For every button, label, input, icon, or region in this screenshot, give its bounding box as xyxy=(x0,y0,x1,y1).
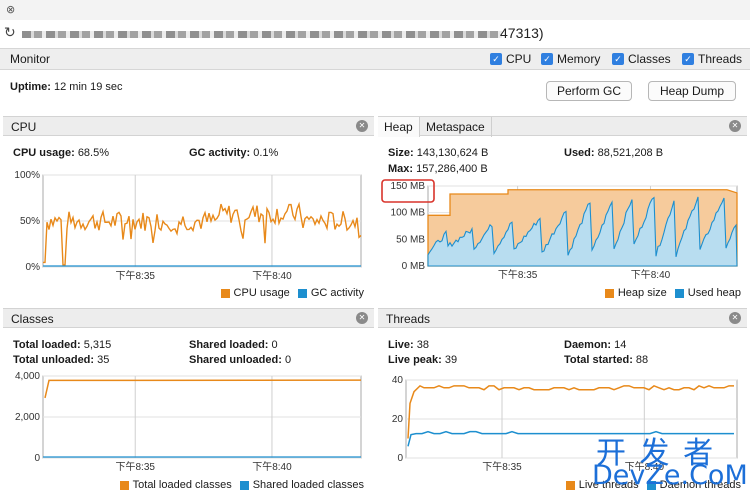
cpu-legend: CPU usage GC activity xyxy=(213,287,364,299)
uptime: Uptime: 12 min 19 sec xyxy=(10,81,123,93)
checkmark-icon: ✓ xyxy=(682,53,694,65)
x-tick-label: 下午8:35 xyxy=(115,460,155,473)
tab-heap[interactable]: Heap xyxy=(378,117,420,137)
checkmark-icon: ✓ xyxy=(490,53,502,65)
refresh-icon: ↻ xyxy=(4,24,16,40)
threads-panel-header: Threads ✕ xyxy=(378,308,747,328)
process-header: ↻ 47313) xyxy=(0,22,750,46)
checkbox-cpu[interactable]: ✓ CPU xyxy=(490,52,531,66)
redacted-process-name xyxy=(22,31,502,38)
legend-swatch-live-threads xyxy=(565,480,575,490)
y-tick-label: 0% xyxy=(26,262,41,273)
x-tick-label: 下午8:40 xyxy=(252,460,292,473)
window-titlebar: ⊗ xyxy=(0,0,750,20)
x-tick-label: 下午8:35 xyxy=(482,460,522,473)
heap-panel-header: Heap Metaspace ✕ xyxy=(378,116,747,137)
y-tick-label: 0 xyxy=(34,453,40,464)
tab-metaspace[interactable]: Metaspace xyxy=(420,117,492,137)
y-tick-label: 50% xyxy=(20,216,40,227)
live-peak-stat: Live peak: 39 xyxy=(388,354,458,366)
heap-max-stat: Max: 157,286,400 B xyxy=(388,163,488,175)
y-tick-label: 150 MB xyxy=(391,181,426,192)
classes-panel-header: Classes ✕ xyxy=(3,308,374,328)
perform-gc-button[interactable]: Perform GC xyxy=(546,81,632,101)
heap-size-stat: Size: 143,130,624 B xyxy=(388,147,489,159)
checkbox-threads[interactable]: ✓ Threads xyxy=(682,52,742,66)
classes-chart: 4,000 2,000 0 下午8:35 下午8:40 xyxy=(15,371,362,473)
x-tick-label: 下午8:35 xyxy=(115,269,155,282)
y-tick-label: 20 xyxy=(392,414,404,425)
watermark-en: DevZe.CoM xyxy=(592,460,748,491)
checkmark-icon: ✓ xyxy=(612,53,624,65)
classes-panel: Classes ✕ Total loaded: 5,315 Shared loa… xyxy=(3,308,374,497)
monitor-label: Monitor xyxy=(10,52,51,66)
legend-swatch-heap-size xyxy=(604,288,614,298)
y-tick-label: 2,000 xyxy=(15,412,40,423)
legend-swatch-shared-loaded xyxy=(239,480,249,490)
y-tick-label: 50 MB xyxy=(396,234,425,245)
y-tick-label: 100% xyxy=(14,170,40,181)
heap-dump-button[interactable]: Heap Dump xyxy=(648,81,736,101)
y-tick-label: 4,000 xyxy=(15,371,40,382)
panel-title: Classes xyxy=(11,312,54,326)
panel-title: CPU xyxy=(11,120,37,134)
panel-title: Threads xyxy=(386,312,431,326)
monitor-toolbar: Monitor ✓ CPU ✓ Memory ✓ Classes ✓ Threads xyxy=(0,48,750,70)
checkbox-classes[interactable]: ✓ Classes xyxy=(612,52,671,66)
total-unloaded-stat: Total unloaded: 35 xyxy=(13,354,110,366)
cpu-chart: 100% 50% 0% 下午8:35 下午8:40 xyxy=(14,170,362,282)
checkmark-icon: ✓ xyxy=(541,53,553,65)
shared-loaded-stat: Shared loaded: 0 xyxy=(189,339,278,351)
legend-swatch-total-loaded xyxy=(119,480,129,490)
close-panel-icon[interactable]: ✕ xyxy=(356,312,368,324)
x-tick-label: 下午8:35 xyxy=(498,268,538,281)
cpu-usage-stat: CPU usage: 68.5% xyxy=(13,147,110,159)
cpu-panel-header: CPU ✕ xyxy=(3,116,374,136)
heap-legend: Heap size Used heap xyxy=(597,287,741,299)
daemon-threads-stat: Daemon: 14 xyxy=(564,339,627,351)
shared-unloaded-stat: Shared unloaded: 0 xyxy=(189,354,292,366)
close-panel-icon[interactable]: ✕ xyxy=(729,312,741,324)
heap-panel: Heap Metaspace ✕ Size: 143,130,624 B Use… xyxy=(378,116,747,306)
legend-swatch-used-heap xyxy=(674,288,684,298)
close-panel-icon[interactable]: ✕ xyxy=(356,120,368,132)
live-threads-stat: Live: 38 xyxy=(388,339,429,351)
x-tick-label: 下午8:40 xyxy=(252,269,292,282)
y-tick-label: 0 MB xyxy=(402,261,426,272)
legend-swatch-cpu xyxy=(220,288,230,298)
cpu-panel: CPU ✕ CPU usage: 68.5% GC activity: 0.1%… xyxy=(3,116,374,306)
gc-activity-stat: GC activity: 0.1% xyxy=(189,147,279,159)
process-pid: 47313) xyxy=(500,25,544,41)
total-loaded-stat: Total loaded: 5,315 xyxy=(13,339,112,351)
heap-chart: 150 MB 100 MB 50 MB 0 MB 下午8:35 下午8:40 xyxy=(381,179,738,281)
y-tick-label: 0 xyxy=(397,453,403,464)
y-tick-label: 100 MB xyxy=(391,208,426,219)
heap-used-stat: Used: 88,521,208 B xyxy=(564,147,664,159)
checkbox-memory[interactable]: ✓ Memory xyxy=(541,52,600,66)
y-tick-label: 40 xyxy=(392,375,404,386)
total-started-stat: Total started: 88 xyxy=(564,354,649,366)
legend-swatch-gc xyxy=(297,288,307,298)
classes-legend: Total loaded classes Shared loaded class… xyxy=(112,479,364,491)
close-panel-icon[interactable]: ✕ xyxy=(729,120,741,132)
close-x-icon[interactable]: ⊗ xyxy=(6,3,15,16)
x-tick-label: 下午8:40 xyxy=(631,268,671,281)
